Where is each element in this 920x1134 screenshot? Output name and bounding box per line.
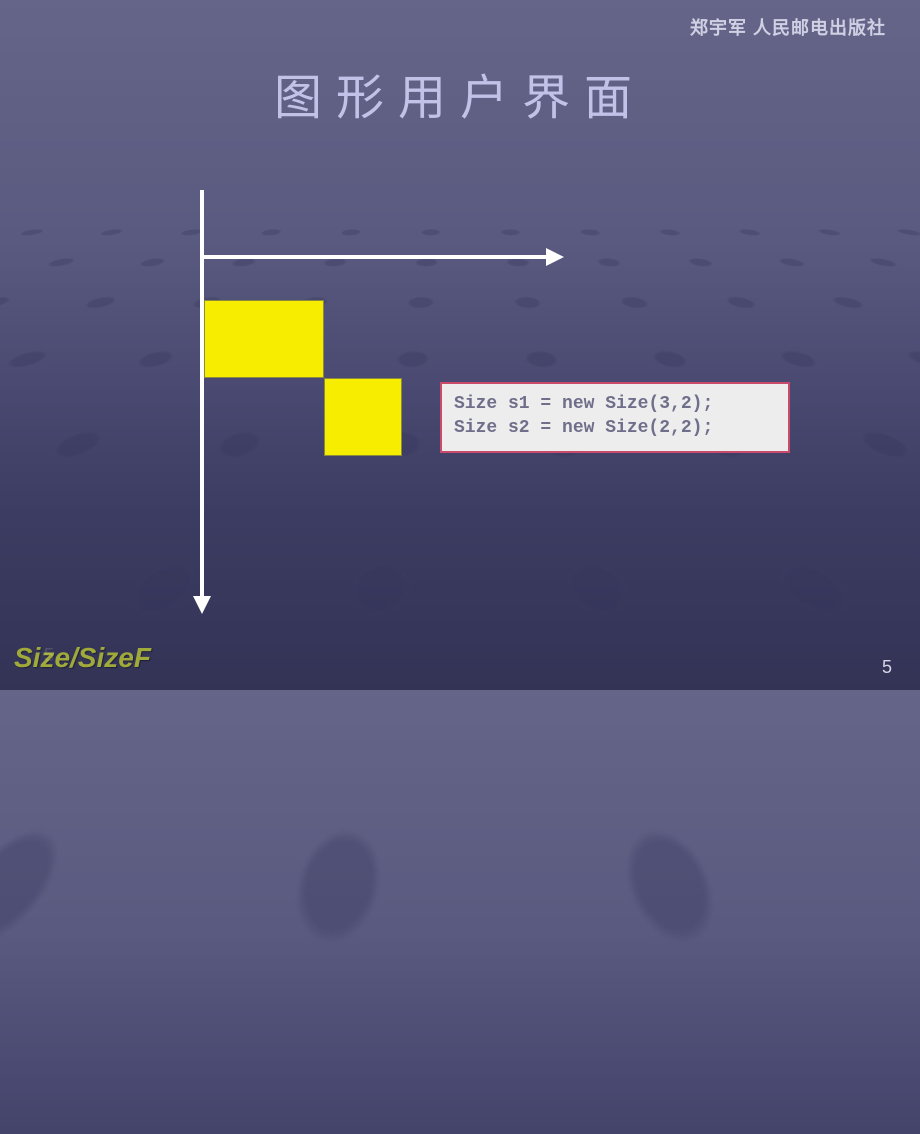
author-publisher: 郑宇军 人民邮电出版社 xyxy=(690,14,886,40)
size-rectangle-s1 xyxy=(204,300,324,378)
coordinate-diagram xyxy=(110,170,470,600)
y-axis-line xyxy=(200,190,204,600)
size-rectangle-s2 xyxy=(324,378,402,456)
slide-title: 图形用户界面 xyxy=(0,58,920,128)
code-line-2: Size s2 = new Size(2,2); xyxy=(454,418,713,438)
y-axis-arrow-icon xyxy=(193,596,211,614)
page-number-shadow: 5 xyxy=(44,645,54,666)
page-number: 5 xyxy=(882,657,892,678)
code-example-box: Size s1 = new Size(3,2); Size s2 = new S… xyxy=(440,382,790,453)
footer-topic-label: Size/SizeF xyxy=(14,642,151,674)
x-axis-arrow-icon xyxy=(546,248,564,266)
x-axis-line xyxy=(200,255,550,259)
code-line-1: Size s1 = new Size(3,2); xyxy=(454,394,713,414)
